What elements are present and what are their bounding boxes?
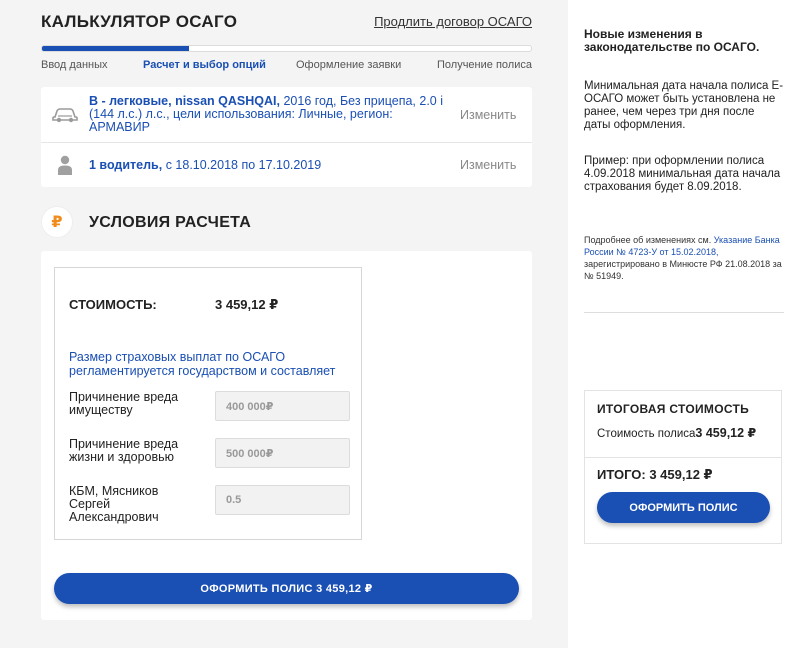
- person-icon: [41, 155, 89, 175]
- summary-card: B - легковые, nissan QASHQAI, 2016 год, …: [41, 87, 532, 187]
- vehicle-description: B - легковые, nissan QASHQAI, 2016 год, …: [89, 95, 460, 134]
- main-column: КАЛЬКУЛЯТОР ОСАГО Продлить договор ОСАГО…: [0, 0, 568, 648]
- progress-bar: [41, 45, 532, 52]
- law-changes-text: Минимальная дата начала полиса Е-ОСАГО м…: [584, 80, 784, 131]
- law-reference: Подробнее об изменениях см. Указание Бан…: [584, 234, 784, 282]
- kbm-label: КБМ, Мясников Сергей Александрович: [69, 484, 159, 524]
- law-reference-prefix: Подробнее об изменениях см.: [584, 235, 712, 245]
- issue-policy-button[interactable]: ОФОРМИТЬ ПОЛИС 3 459,12 ₽: [54, 573, 519, 604]
- sidebar: Новые изменения в законодательстве по ОС…: [568, 0, 802, 648]
- kbm-field: 0.5: [215, 485, 350, 515]
- car-icon: [41, 107, 89, 123]
- cost-label: СТОИМОСТЬ:: [69, 297, 157, 312]
- property-damage-field: 400 000₽: [215, 391, 350, 421]
- policy-cost-label: Стоимость полиса: [597, 428, 696, 440]
- edit-driver-button[interactable]: Изменить: [460, 158, 532, 172]
- total-cost-card: ИТОГОВАЯ СТОИМОСТЬ Стоимость полиса3 459…: [584, 390, 782, 544]
- driver-row: 1 водитель, с 18.10.2018 по 17.10.2019 И…: [41, 143, 532, 187]
- driver-count: 1 водитель,: [89, 157, 163, 172]
- driver-description: 1 водитель, с 18.10.2018 по 17.10.2019: [89, 157, 460, 172]
- law-reference-suffix: зарегистрировано в Минюсте РФ 21.08.2018…: [584, 259, 782, 281]
- law-example-text: Пример: при оформлении полиса 4.09.2018 …: [584, 155, 781, 193]
- total-title: ИТОГОВАЯ СТОИМОСТЬ: [597, 402, 750, 416]
- health-damage-label: Причинение вреда жизни и здоровью: [69, 437, 179, 464]
- section-title: УСЛОВИЯ РАСЧЕТА: [89, 214, 252, 231]
- page-title: КАЛЬКУЛЯТОР ОСАГО: [41, 12, 238, 31]
- health-damage-field: 500 000₽: [215, 438, 350, 468]
- issue-policy-sidebar-button[interactable]: ОФОРМИТЬ ПОЛИС: [597, 492, 770, 523]
- grand-total: ИТОГО: 3 459,12 ₽: [597, 467, 713, 482]
- calculation-card: СТОИМОСТЬ: 3 459,12 ₽ Размер страховых в…: [41, 251, 532, 620]
- ruble-icon: ₽: [41, 206, 73, 238]
- progress-fill: [42, 46, 189, 51]
- edit-vehicle-button[interactable]: Изменить: [460, 108, 532, 122]
- step-application: Оформление заявки: [296, 59, 402, 71]
- driver-period: с 18.10.2018 по 17.10.2019: [165, 157, 322, 172]
- property-damage-label: Причинение вреда имуществу: [69, 390, 179, 417]
- cost-value: 3 459,12 ₽: [215, 297, 279, 312]
- vehicle-row: B - легковые, nissan QASHQAI, 2016 год, …: [41, 87, 532, 143]
- law-changes-heading: Новые изменения в законодательстве по ОС…: [584, 27, 760, 54]
- step-receive-policy: Получение полиса: [437, 59, 532, 71]
- renew-contract-link[interactable]: Продлить договор ОСАГО: [374, 14, 532, 29]
- step-data-entry: Ввод данных: [41, 59, 108, 71]
- cost-details-box: СТОИМОСТЬ: 3 459,12 ₽ Размер страховых в…: [54, 267, 362, 540]
- vehicle-category: B - легковые,: [89, 94, 172, 108]
- payout-info: Размер страховых выплат по ОСАГО регламе…: [69, 350, 336, 378]
- total-divider: [585, 457, 781, 458]
- policy-cost-value: 3 459,12 ₽: [695, 426, 757, 440]
- vehicle-make: nissan: [175, 94, 215, 108]
- sidebar-divider: [584, 312, 784, 313]
- step-calculation: Расчет и выбор опций: [143, 59, 266, 71]
- vehicle-model: QASHQAI,: [218, 94, 280, 108]
- policy-cost: Стоимость полиса3 459,12 ₽: [597, 425, 756, 440]
